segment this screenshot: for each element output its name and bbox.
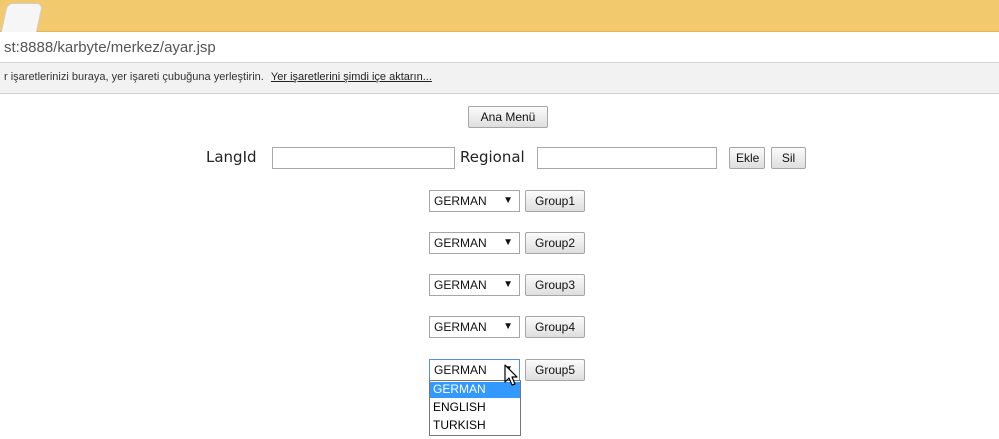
dropdown-arrow-icon: ▼ <box>503 195 513 206</box>
group5-button[interactable]: Group5 <box>525 359 585 381</box>
dropdown-arrow-icon: ▼ <box>503 279 513 290</box>
group1-button[interactable]: Group1 <box>525 190 585 212</box>
bookmarks-bar: r işaretlerinizi buraya, yer işareti çub… <box>0 63 999 94</box>
language-select-4[interactable]: GERMAN ▼ <box>429 316 520 338</box>
add-button[interactable]: Ekle <box>729 147 765 169</box>
langid-input[interactable] <box>272 147 455 169</box>
bookmarks-bar-text: r işaretlerinizi buraya, yer işareti çub… <box>4 71 432 83</box>
address-bar[interactable]: st:8888/karbyte/merkez/ayar.jsp <box>0 32 999 63</box>
group4-button[interactable]: Group4 <box>525 316 585 338</box>
language-select-2[interactable]: GERMAN ▼ <box>429 232 520 254</box>
language-select-value: GERMAN <box>434 278 487 292</box>
dropdown-arrow-icon: ▼ <box>503 237 513 248</box>
dropdown-option-turkish[interactable]: TURKISH <box>430 418 520 434</box>
regional-input[interactable] <box>537 147 717 169</box>
group3-button[interactable]: Group3 <box>525 274 585 296</box>
main-menu-button[interactable]: Ana Menü <box>468 106 548 128</box>
import-bookmarks-link[interactable]: Yer işaretlerini şimdi içe aktarın... <box>271 71 432 83</box>
language-select-value: GERMAN <box>434 363 487 377</box>
language-dropdown-list: GERMAN ENGLISH TURKISH <box>429 380 521 436</box>
language-select-value: GERMAN <box>434 320 487 334</box>
bookmarks-hint: r işaretlerinizi buraya, yer işareti çub… <box>4 71 264 83</box>
langid-label: LangId <box>206 148 257 166</box>
language-select-1[interactable]: GERMAN ▼ <box>429 190 520 212</box>
dropdown-arrow-icon: ▼ <box>503 321 513 332</box>
browser-tab-strip <box>0 0 999 32</box>
group2-button[interactable]: Group2 <box>525 232 585 254</box>
language-select-3[interactable]: GERMAN ▼ <box>429 274 520 296</box>
language-select-value: GERMAN <box>434 194 487 208</box>
delete-button[interactable]: Sil <box>771 147 806 169</box>
dropdown-option-english[interactable]: ENGLISH <box>430 400 520 416</box>
regional-label: Regional <box>460 148 525 166</box>
url-text[interactable]: st:8888/karbyte/merkez/ayar.jsp <box>4 39 216 56</box>
browser-tab[interactable] <box>0 3 44 32</box>
mouse-cursor-icon <box>504 364 518 386</box>
language-select-value: GERMAN <box>434 236 487 250</box>
